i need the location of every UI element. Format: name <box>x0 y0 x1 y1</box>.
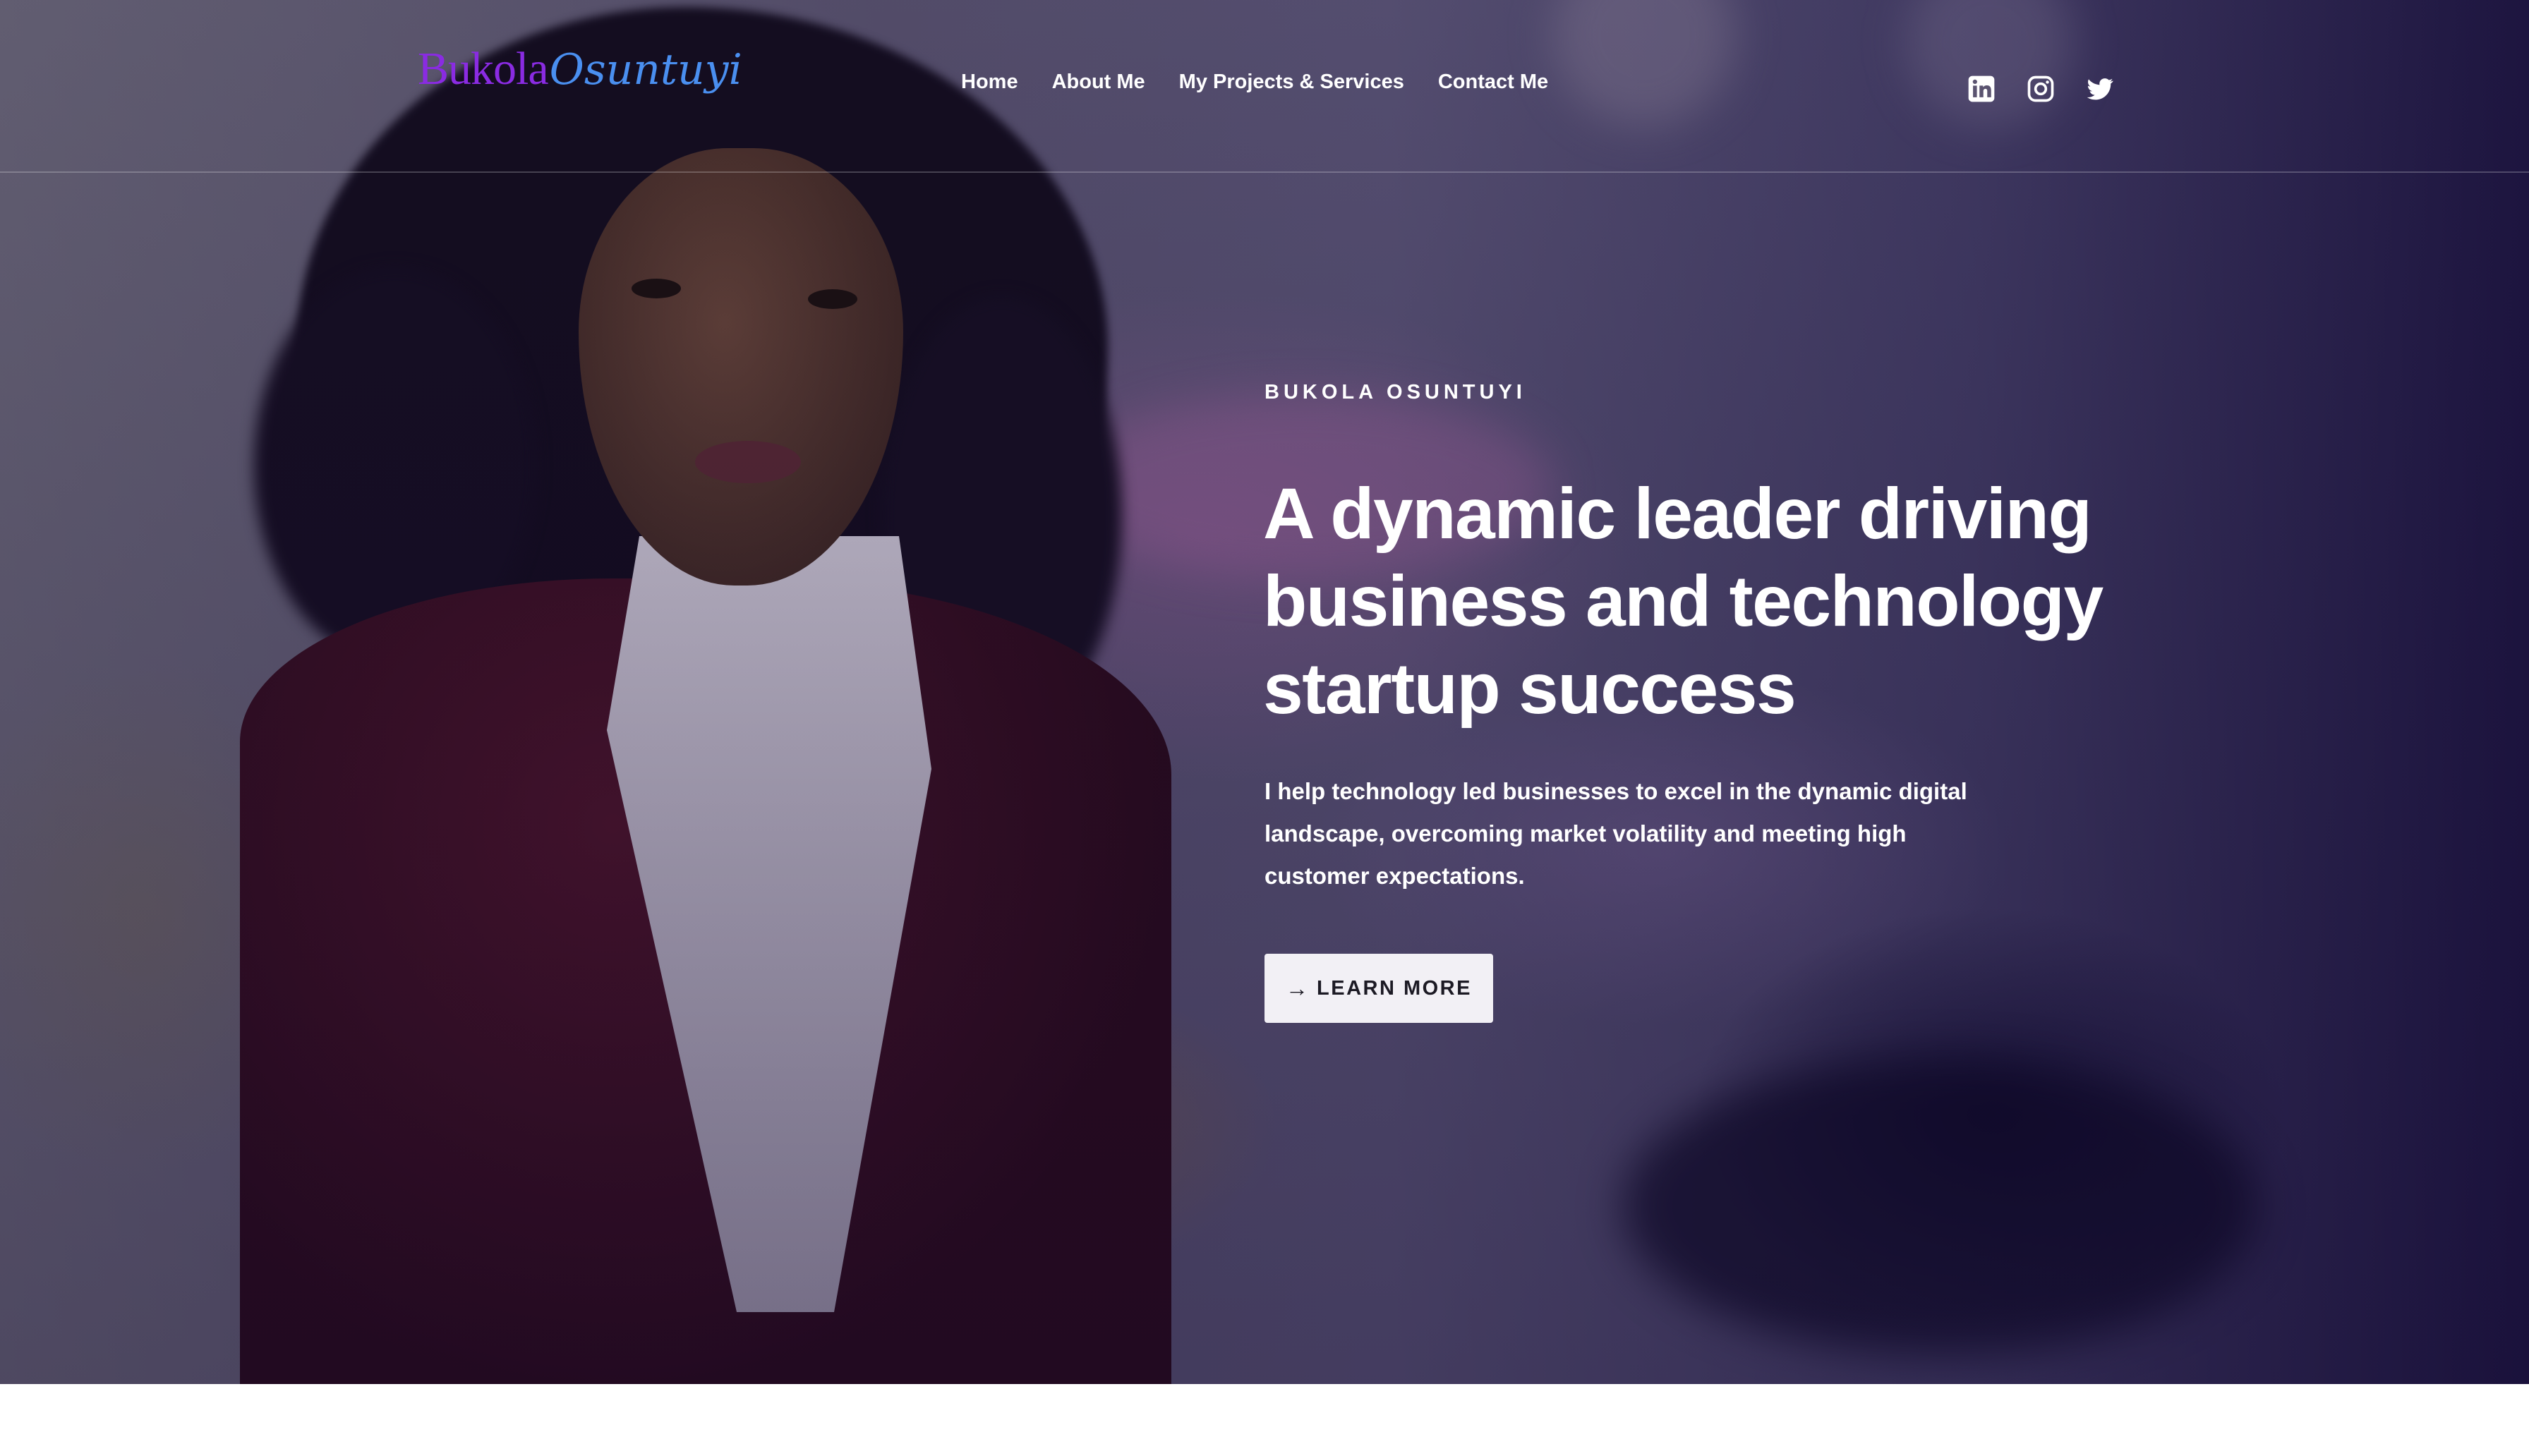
hero-headline: A dynamic leader driving business and te… <box>1263 473 2104 729</box>
nav-projects-services[interactable]: My Projects & Services <box>1179 71 1404 94</box>
logo-last-name: Osuntuyi <box>549 45 742 95</box>
instagram-icon[interactable] <box>2025 73 2056 104</box>
main-nav: Home About Me My Projects & Services Con… <box>961 71 1548 94</box>
linkedin-icon[interactable] <box>1966 73 1997 104</box>
learn-more-label: LEARN MORE <box>1317 976 1472 1000</box>
arrow-right-icon: → <box>1286 975 1309 1001</box>
nav-home[interactable]: Home <box>961 71 1018 94</box>
hero-subtext: I help technology led businesses to exce… <box>1264 778 1967 889</box>
site-logo[interactable]: Bukola Osuntuyi <box>418 42 742 134</box>
twitter-icon[interactable] <box>2084 73 2115 104</box>
social-links <box>1966 73 2115 104</box>
logo-first-name: Bukola <box>418 43 549 95</box>
learn-more-button[interactable]: → LEARN MORE <box>1264 954 1493 1023</box>
page-content-area <box>0 1384 2529 1456</box>
nav-about-me[interactable]: About Me <box>1052 71 1145 94</box>
nav-contact-me[interactable]: Contact Me <box>1438 71 1548 94</box>
hero-eyebrow: BUKOLA OSUNTUYI <box>1264 381 1526 404</box>
hero-section: Bukola Osuntuyi Home About Me My Project… <box>0 0 2529 1384</box>
site-header: Bukola Osuntuyi Home About Me My Project… <box>0 0 2529 173</box>
